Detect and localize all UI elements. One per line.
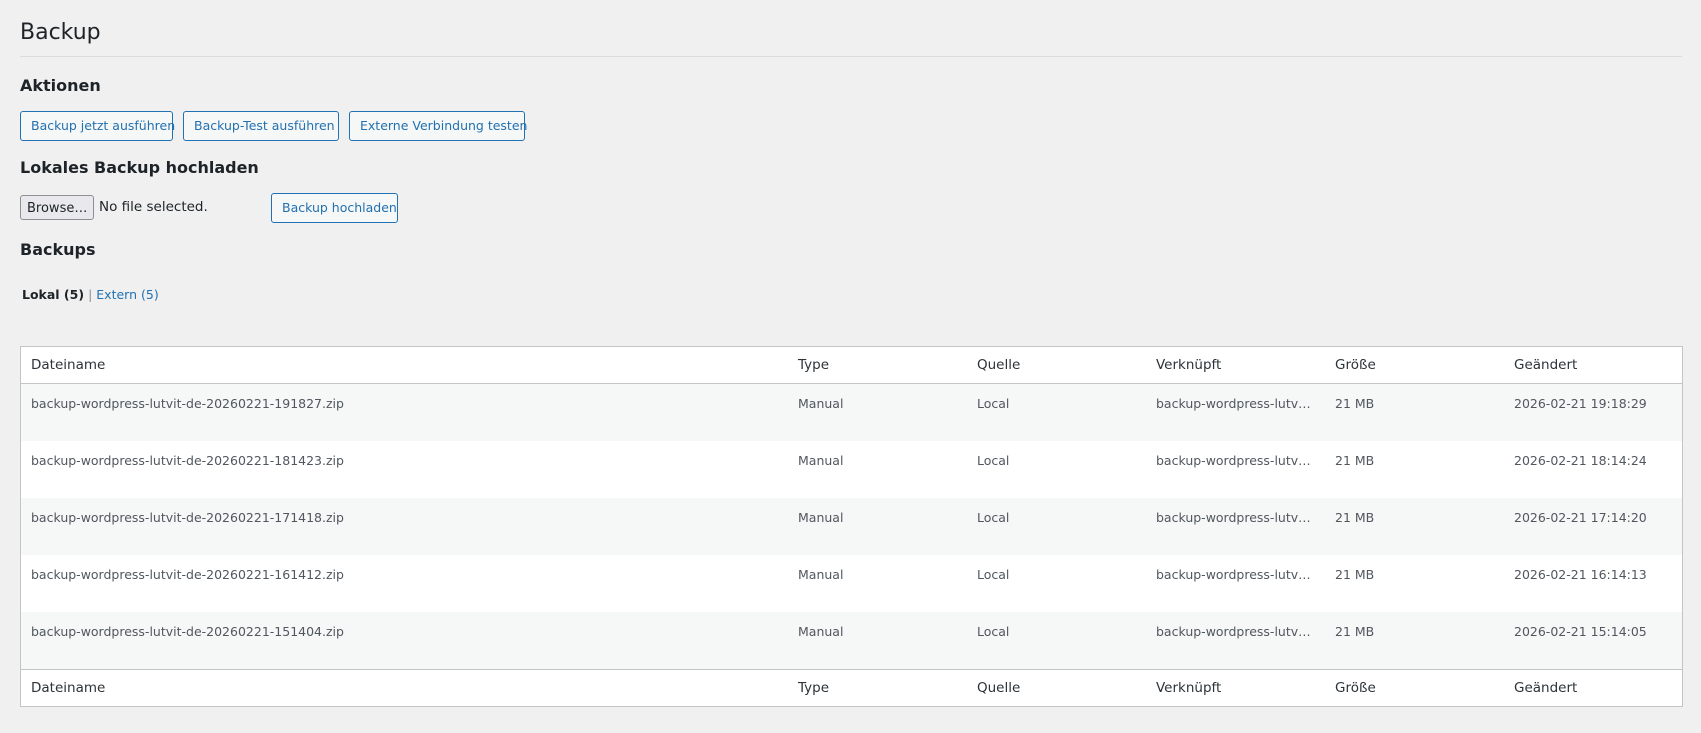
column-footer-size[interactable]: Größe xyxy=(1325,680,1504,696)
cell-type: Manual xyxy=(798,567,844,582)
run-backup-button[interactable]: Backup jetzt ausführen xyxy=(20,111,175,141)
cell-size: 21 MB xyxy=(1335,510,1375,525)
column-header-type[interactable]: Type xyxy=(788,357,967,373)
upload-heading: Lokales Backup hochladen xyxy=(20,158,259,177)
cell-modified: 2026-02-21 19:18:29 xyxy=(1514,396,1647,411)
title-divider xyxy=(20,56,1682,57)
cell-linked: backup-wordpress-lutvit-de-20260221-1514… xyxy=(1156,624,1325,639)
cell-source: Local xyxy=(977,510,1010,525)
backups-table: Dateiname Type Quelle Verknüpft Größe Ge… xyxy=(20,346,1683,707)
column-header-linked[interactable]: Verknüpft xyxy=(1146,357,1325,373)
cell-filename: backup-wordpress-lutvit-de-20260221-1614… xyxy=(31,567,344,582)
file-status-text: No file selected. xyxy=(99,199,208,215)
table-row[interactable]: backup-wordpress-lutvit-de-20260221-1614… xyxy=(21,555,1682,612)
cell-linked: backup-wordpress-lutvit-de-20260221-1714… xyxy=(1156,510,1325,525)
cell-filename: backup-wordpress-lutvit-de-20260221-1918… xyxy=(31,396,344,411)
cell-type: Manual xyxy=(798,510,844,525)
column-footer-modified[interactable]: Geändert xyxy=(1504,680,1682,696)
cell-type: Manual xyxy=(798,396,844,411)
column-footer-type[interactable]: Type xyxy=(788,680,967,696)
cell-linked: backup-wordpress-lutvit-de-20260221-1614… xyxy=(1156,567,1325,582)
cell-type: Manual xyxy=(798,624,844,639)
cell-filename: backup-wordpress-lutvit-de-20260221-1514… xyxy=(31,624,344,639)
cell-source: Local xyxy=(977,396,1010,411)
cell-source: Local xyxy=(977,624,1010,639)
cell-modified: 2026-02-21 18:14:24 xyxy=(1514,453,1647,468)
backups-heading: Backups xyxy=(20,240,96,259)
table-row[interactable]: backup-wordpress-lutvit-de-20260221-1514… xyxy=(21,612,1682,669)
upload-backup-button[interactable]: Backup hochladen xyxy=(271,193,398,223)
cell-size: 21 MB xyxy=(1335,624,1375,639)
page-title: Backup xyxy=(20,20,101,45)
column-header-source[interactable]: Quelle xyxy=(967,357,1146,373)
cell-size: 21 MB xyxy=(1335,453,1375,468)
table-row[interactable]: backup-wordpress-lutvit-de-20260221-1918… xyxy=(21,384,1682,441)
file-browse-button[interactable]: Browse… xyxy=(20,195,94,220)
run-backup-test-button[interactable]: Backup-Test ausführen xyxy=(183,111,339,141)
column-footer-linked[interactable]: Verknüpft xyxy=(1146,680,1325,696)
test-external-connection-button[interactable]: Externe Verbindung testen xyxy=(349,111,527,141)
column-header-modified[interactable]: Geändert xyxy=(1504,357,1682,373)
actions-heading: Aktionen xyxy=(20,76,101,95)
filter-local[interactable]: Lokal (5) xyxy=(22,287,84,302)
table-row[interactable]: backup-wordpress-lutvit-de-20260221-1814… xyxy=(21,441,1682,498)
cell-size: 21 MB xyxy=(1335,567,1375,582)
backup-filter-links: Lokal (5) | Extern (5) xyxy=(22,287,159,302)
cell-size: 21 MB xyxy=(1335,396,1375,411)
cell-source: Local xyxy=(977,453,1010,468)
cell-modified: 2026-02-21 17:14:20 xyxy=(1514,510,1647,525)
table-row[interactable]: backup-wordpress-lutvit-de-20260221-1714… xyxy=(21,498,1682,555)
cell-linked: backup-wordpress-lutvit-de-20260221-1918… xyxy=(1156,396,1325,411)
table-header: Dateiname Type Quelle Verknüpft Größe Ge… xyxy=(21,347,1682,384)
column-header-filename[interactable]: Dateiname xyxy=(21,357,788,373)
cell-filename: backup-wordpress-lutvit-de-20260221-1714… xyxy=(31,510,344,525)
cell-filename: backup-wordpress-lutvit-de-20260221-1814… xyxy=(31,453,344,468)
column-footer-source[interactable]: Quelle xyxy=(967,680,1146,696)
filter-external[interactable]: Extern (5) xyxy=(96,287,158,302)
cell-modified: 2026-02-21 16:14:13 xyxy=(1514,567,1647,582)
column-header-size[interactable]: Größe xyxy=(1325,357,1504,373)
table-footer: Dateiname Type Quelle Verknüpft Größe Ge… xyxy=(21,669,1682,706)
filter-separator: | xyxy=(88,287,93,302)
cell-linked: backup-wordpress-lutvit-de-20260221-1814… xyxy=(1156,453,1325,468)
column-footer-filename[interactable]: Dateiname xyxy=(21,680,788,696)
cell-source: Local xyxy=(977,567,1010,582)
cell-modified: 2026-02-21 15:14:05 xyxy=(1514,624,1647,639)
cell-type: Manual xyxy=(798,453,844,468)
